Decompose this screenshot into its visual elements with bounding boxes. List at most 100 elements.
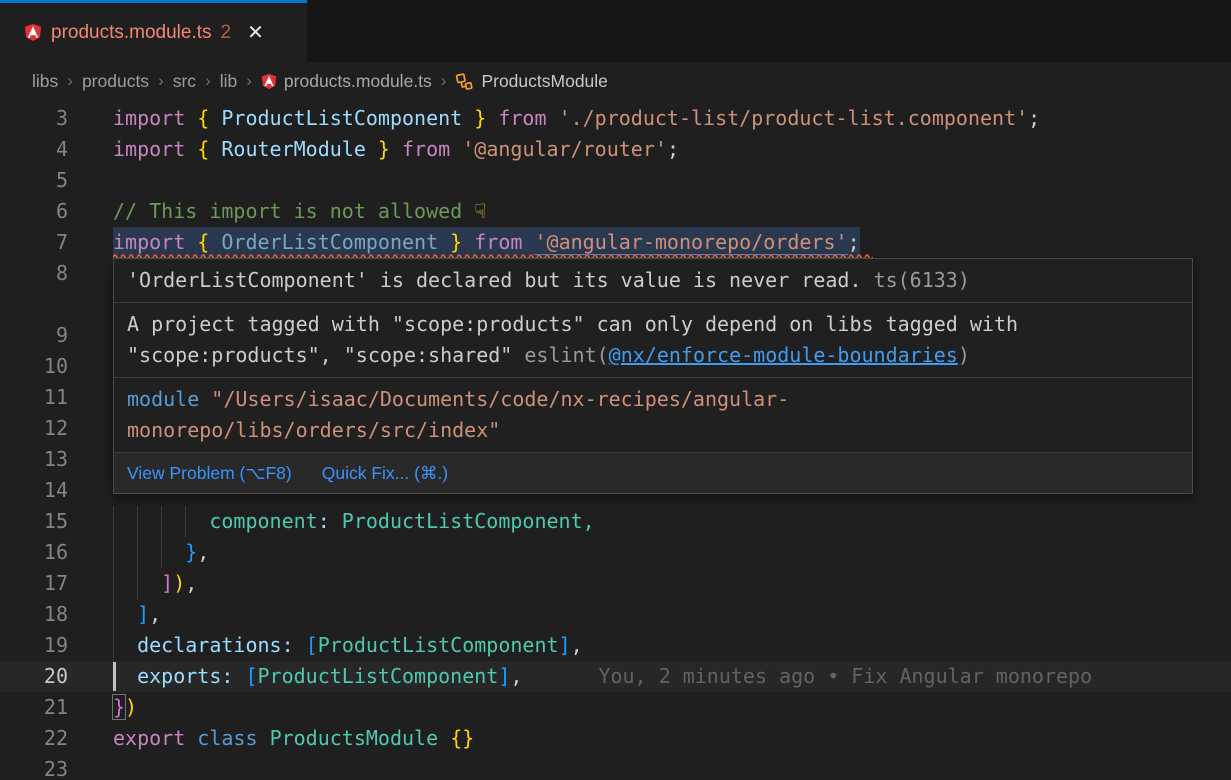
line-number[interactable]: 22 bbox=[0, 723, 68, 754]
code-token bbox=[547, 106, 559, 130]
code-token: // This import is not allowed bbox=[113, 199, 474, 223]
line-number[interactable]: 15 bbox=[0, 506, 68, 537]
chevron-right-icon: › bbox=[158, 71, 164, 91]
hover-module-info: module "/Users/isaac/Documents/code/nx-r… bbox=[114, 378, 1192, 453]
code-token: , bbox=[510, 664, 522, 688]
line-number[interactable]: 3 bbox=[0, 103, 68, 134]
error-hover-popup: 'OrderListComponent' is declared but its… bbox=[113, 258, 1193, 494]
indent-guide bbox=[137, 506, 138, 537]
eslint-rule-link[interactable]: @nx/enforce-module-boundaries bbox=[609, 343, 958, 367]
line-number[interactable]: 19 bbox=[0, 630, 68, 661]
quick-fix-link[interactable]: Quick Fix... (⌘.) bbox=[322, 460, 448, 486]
code-token bbox=[462, 230, 474, 254]
code-token: ; bbox=[848, 230, 860, 254]
code-token: ] bbox=[161, 571, 173, 595]
code-token: ) bbox=[173, 571, 185, 595]
breadcrumb: libs › products › src › lib › products.m… bbox=[0, 62, 1231, 100]
code-line-18[interactable]: 18 ], bbox=[0, 599, 1231, 630]
chevron-right-icon: › bbox=[205, 71, 211, 91]
code-token bbox=[233, 664, 245, 688]
code-token: import bbox=[113, 230, 185, 254]
module-path-line2: monorepo/libs/orders/src/index" bbox=[127, 418, 500, 442]
line-number[interactable]: 6 bbox=[0, 196, 68, 227]
code-token: , bbox=[185, 571, 197, 595]
angular-icon bbox=[24, 23, 42, 42]
ts-error-code: ts(6133) bbox=[874, 268, 970, 292]
line-number[interactable]: 23 bbox=[0, 754, 68, 780]
chevron-right-icon: › bbox=[67, 71, 73, 91]
code-line-4[interactable]: 4import { RouterModule } from '@angular/… bbox=[0, 134, 1231, 165]
code-line-16[interactable]: 16 }, bbox=[0, 537, 1231, 568]
breadcrumb-item-lib[interactable]: lib bbox=[220, 71, 238, 92]
line-number[interactable]: 13 bbox=[0, 444, 68, 475]
code-line-7[interactable]: 7import { OrderListComponent } from '@an… bbox=[0, 227, 1231, 258]
code-token: import bbox=[113, 137, 185, 161]
code-token: ☟ bbox=[474, 199, 486, 223]
line-number[interactable]: 10 bbox=[0, 351, 68, 382]
line-number[interactable]: 20 bbox=[0, 661, 68, 692]
code-token: ; bbox=[1028, 106, 1040, 130]
breadcrumb-item-products[interactable]: products bbox=[82, 71, 149, 92]
line-number[interactable]: 17 bbox=[0, 568, 68, 599]
code-line-5[interactable]: 5 bbox=[0, 165, 1231, 196]
vscode-window: products.module.ts 2 ✕ libs › products ›… bbox=[0, 0, 1231, 780]
eslint-error-line1: A project tagged with "scope:products" c… bbox=[127, 312, 1018, 336]
code-token bbox=[113, 633, 137, 657]
line-number[interactable]: 12 bbox=[0, 413, 68, 444]
code-line-22[interactable]: 22export class ProductsModule {} bbox=[0, 723, 1231, 754]
line-number[interactable]: 14 bbox=[0, 475, 68, 506]
code-token: import bbox=[113, 106, 185, 130]
tab-products-module[interactable]: products.module.ts 2 ✕ bbox=[0, 0, 307, 62]
code-token: from bbox=[474, 230, 522, 254]
code-token: ] bbox=[559, 633, 571, 657]
breadcrumb-item-file[interactable]: products.module.ts bbox=[284, 71, 432, 92]
code-token: , bbox=[149, 602, 161, 626]
code-token bbox=[486, 106, 498, 130]
code-line-17[interactable]: 17 ]), bbox=[0, 568, 1231, 599]
code-token: , bbox=[571, 633, 583, 657]
line-number[interactable]: 11 bbox=[0, 382, 68, 413]
git-blame-annotation: You, 2 minutes ago • Fix Angular monorep… bbox=[598, 664, 1092, 688]
tab-title: products.module.ts bbox=[51, 22, 212, 44]
close-icon[interactable]: ✕ bbox=[247, 23, 264, 43]
line-number[interactable]: 5 bbox=[0, 165, 68, 196]
breadcrumb-item-src[interactable]: src bbox=[173, 71, 196, 92]
eslint-error-line2: "scope:products", "scope:shared" bbox=[127, 343, 524, 367]
code-token bbox=[185, 137, 197, 161]
line-number[interactable]: 4 bbox=[0, 134, 68, 165]
code-line-15[interactable]: 15 component: ProductListComponent, bbox=[0, 506, 1231, 537]
code-token: from bbox=[498, 106, 546, 130]
code-token: exports: bbox=[137, 664, 233, 688]
code-token: { bbox=[197, 137, 209, 161]
code-token: ProductListComponent, bbox=[342, 509, 595, 533]
code-token: { bbox=[197, 106, 209, 130]
code-line-23[interactable]: 23 bbox=[0, 754, 1231, 780]
code-token: } bbox=[378, 137, 390, 161]
breadcrumb-item-symbol[interactable]: ProductsModule bbox=[481, 71, 607, 92]
line-number[interactable]: 18 bbox=[0, 599, 68, 630]
code-token: from bbox=[402, 137, 450, 161]
code-line-20[interactable]: 20 exports: [ProductListComponent],You, … bbox=[0, 661, 1231, 692]
breadcrumb-item-libs[interactable]: libs bbox=[32, 71, 58, 92]
code-line-6[interactable]: 6 // This import is not allowed ☟ bbox=[0, 196, 1231, 227]
line-number[interactable]: 8 bbox=[0, 258, 68, 320]
code-token bbox=[294, 633, 306, 657]
code-token: ; bbox=[667, 137, 679, 161]
line-number[interactable]: 9 bbox=[0, 320, 68, 351]
code-token bbox=[330, 509, 342, 533]
code-line-21[interactable]: 21}) bbox=[0, 692, 1231, 723]
line-number[interactable]: 21 bbox=[0, 692, 68, 723]
line-number[interactable]: 16 bbox=[0, 537, 68, 568]
code-token: class bbox=[197, 726, 257, 750]
module-path-line1: "/Users/isaac/Documents/code/nx-recipes/… bbox=[199, 387, 789, 411]
code-token: './product-list/product-list.component' bbox=[559, 106, 1029, 130]
hover-ts-error: 'OrderListComponent' is declared but its… bbox=[114, 259, 1192, 303]
code-token: [ bbox=[245, 664, 257, 688]
code-token: } bbox=[113, 695, 125, 719]
code-token: ProductsModule bbox=[270, 726, 439, 750]
code-line-3[interactable]: 3import { ProductListComponent } from '.… bbox=[0, 103, 1231, 134]
code-line-19[interactable]: 19 declarations: [ProductListComponent], bbox=[0, 630, 1231, 661]
view-problem-link[interactable]: View Problem (⌥F8) bbox=[127, 460, 292, 486]
code-token bbox=[113, 540, 185, 564]
line-number[interactable]: 7 bbox=[0, 227, 68, 258]
